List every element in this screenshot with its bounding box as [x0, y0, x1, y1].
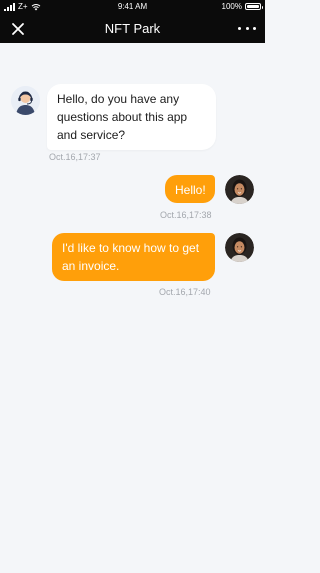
message-timestamp: Oct.16,17:38 [160, 210, 212, 220]
close-button[interactable] [10, 21, 26, 37]
message-timestamp: Oct.16,17:37 [49, 152, 101, 162]
status-bar: Z+ 9:41 AM 100% [0, 0, 265, 14]
message-bubble-incoming[interactable]: Hello, do you have any questions about t… [47, 84, 216, 150]
more-dot-icon [238, 26, 241, 30]
user-avatar [225, 175, 254, 204]
battery-percentage: 100% [221, 2, 242, 11]
more-options-button[interactable] [238, 24, 256, 32]
message-bubble-outgoing[interactable]: Hello! [165, 175, 215, 203]
user-photo-icon [225, 175, 254, 204]
support-agent-icon [11, 86, 40, 115]
app-header: Z+ 9:41 AM 100% NFT Park [0, 0, 265, 43]
message-timestamp: Oct.16,17:40 [159, 287, 211, 297]
page-title: NFT Park [104, 21, 161, 36]
nav-bar: NFT Park [0, 14, 265, 43]
user-photo-icon [225, 233, 254, 262]
message-text: Hello, do you have any questions about t… [57, 92, 188, 142]
more-dot-icon [245, 26, 249, 30]
more-dot-icon [253, 26, 256, 30]
message-bubble-outgoing[interactable]: I'd like to know how to get an invoice. [52, 233, 215, 281]
status-right: 100% [221, 2, 263, 11]
user-avatar [225, 233, 254, 262]
message-text: Hello! [175, 183, 206, 197]
battery-fill [247, 5, 259, 8]
battery-icon [245, 3, 263, 10]
close-icon [12, 23, 24, 35]
message-text: I'd like to know how to get an invoice. [62, 241, 200, 273]
support-avatar [11, 86, 40, 115]
